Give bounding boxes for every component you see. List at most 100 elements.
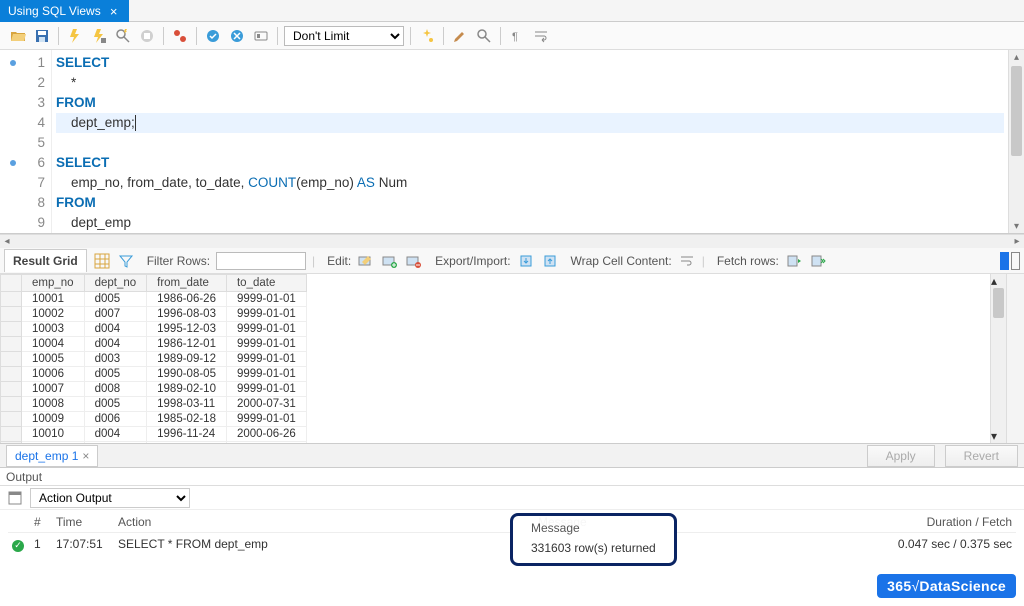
execute-icon[interactable]: [65, 26, 85, 46]
filter-input[interactable]: [216, 252, 306, 270]
cell[interactable]: 1986-06-26: [147, 292, 227, 307]
edit-row-icon[interactable]: [357, 252, 375, 270]
table-row[interactable]: 10007d0081989-02-109999-01-01: [1, 382, 307, 397]
cell[interactable]: 10002: [22, 307, 85, 322]
result-grid[interactable]: emp_nodept_nofrom_dateto_date10001d00519…: [0, 274, 990, 443]
beautify-icon[interactable]: [417, 26, 437, 46]
stop-icon[interactable]: [137, 26, 157, 46]
filter-icon[interactable]: [117, 252, 135, 270]
show-invisible-icon[interactable]: ¶: [507, 26, 527, 46]
revert-button[interactable]: Revert: [945, 445, 1018, 467]
table-row[interactable]: 10009d0061985-02-189999-01-01: [1, 412, 307, 427]
cell[interactable]: 9999-01-01: [226, 292, 306, 307]
cell[interactable]: 10005: [22, 352, 85, 367]
horizontal-scrollbar[interactable]: ◂ ▸: [0, 234, 1024, 248]
cell[interactable]: 1996-08-03: [147, 307, 227, 322]
scroll-thumb[interactable]: [993, 288, 1004, 318]
cell[interactable]: 1996-11-24: [147, 427, 227, 442]
scroll-up-icon[interactable]: ▴: [991, 274, 1006, 288]
cell[interactable]: d005: [84, 397, 147, 412]
cell[interactable]: 10004: [22, 337, 85, 352]
cell[interactable]: d004: [84, 337, 147, 352]
cell[interactable]: d008: [84, 382, 147, 397]
grid-scrollbar[interactable]: ▴ ▾: [990, 274, 1006, 443]
cell[interactable]: 1990-08-05: [147, 367, 227, 382]
table-row[interactable]: 10003d0041995-12-039999-01-01: [1, 322, 307, 337]
cell[interactable]: 10003: [22, 322, 85, 337]
cell[interactable]: 9999-01-01: [226, 322, 306, 337]
cell[interactable]: 9999-01-01: [226, 412, 306, 427]
file-tab[interactable]: Using SQL Views ×: [0, 0, 129, 22]
wrap-cell-icon[interactable]: [678, 252, 696, 270]
open-icon[interactable]: [8, 26, 28, 46]
col-header[interactable]: emp_no: [22, 275, 85, 292]
fetch-next-icon[interactable]: [785, 252, 803, 270]
panel-toggle-2[interactable]: [1011, 252, 1020, 270]
cell[interactable]: 10009: [22, 412, 85, 427]
rollback-icon[interactable]: [227, 26, 247, 46]
close-icon[interactable]: ×: [82, 449, 89, 463]
table-row[interactable]: 10004d0041986-12-019999-01-01: [1, 337, 307, 352]
cell[interactable]: d005: [84, 292, 147, 307]
cell[interactable]: 9999-01-01: [226, 307, 306, 322]
col-header[interactable]: from_date: [147, 275, 227, 292]
cell[interactable]: 2000-06-26: [226, 427, 306, 442]
cell[interactable]: d004: [84, 322, 147, 337]
autocommit-icon[interactable]: [251, 26, 271, 46]
table-row[interactable]: 10010d0041996-11-242000-06-26: [1, 427, 307, 442]
scroll-up-icon[interactable]: ▴: [1009, 50, 1024, 64]
cell[interactable]: 10001: [22, 292, 85, 307]
cell[interactable]: 10008: [22, 397, 85, 412]
commit-icon[interactable]: [203, 26, 223, 46]
limit-select[interactable]: Don't Limit: [284, 26, 404, 46]
table-row[interactable]: 10001d0051986-06-269999-01-01: [1, 292, 307, 307]
cell[interactable]: 9999-01-01: [226, 367, 306, 382]
export-icon[interactable]: [517, 252, 535, 270]
table-row[interactable]: 10002d0071996-08-039999-01-01: [1, 307, 307, 322]
cell[interactable]: 2000-07-31: [226, 397, 306, 412]
col-header[interactable]: dept_no: [84, 275, 147, 292]
scroll-down-icon[interactable]: ▾: [1009, 219, 1024, 233]
output-select[interactable]: Action Output: [30, 488, 190, 508]
table-row[interactable]: 10010d0062000-06-269999-01-01: [1, 442, 307, 444]
cell[interactable]: d006: [84, 442, 147, 444]
cell[interactable]: d006: [84, 412, 147, 427]
explain-icon[interactable]: [113, 26, 133, 46]
cell[interactable]: 9999-01-01: [226, 382, 306, 397]
close-icon[interactable]: ×: [107, 4, 121, 18]
code-area[interactable]: SELECT *FROM dept_emp;SELECT emp_no, fro…: [52, 50, 1008, 233]
brush-icon[interactable]: [450, 26, 470, 46]
result-grid-tab[interactable]: Result Grid: [4, 249, 87, 272]
output-mode-icon[interactable]: [6, 489, 24, 507]
table-row[interactable]: 10005d0031989-09-129999-01-01: [1, 352, 307, 367]
grid-view-icon[interactable]: [93, 252, 111, 270]
scroll-down-icon[interactable]: ▾: [991, 429, 1006, 443]
cell[interactable]: 1985-02-18: [147, 412, 227, 427]
sql-editor[interactable]: 123456789 SELECT *FROM dept_emp;SELECT e…: [0, 50, 1024, 234]
col-header[interactable]: to_date: [226, 275, 306, 292]
vertical-scrollbar[interactable]: ▴ ▾: [1008, 50, 1024, 233]
scroll-left-icon[interactable]: ◂: [0, 236, 14, 247]
cell[interactable]: 10010: [22, 442, 85, 444]
table-row[interactable]: 10006d0051990-08-059999-01-01: [1, 367, 307, 382]
delete-row-icon[interactable]: [405, 252, 423, 270]
wrap-icon[interactable]: [531, 26, 551, 46]
save-icon[interactable]: [32, 26, 52, 46]
cell[interactable]: 9999-01-01: [226, 442, 306, 444]
cell[interactable]: 9999-01-01: [226, 352, 306, 367]
cell[interactable]: d003: [84, 352, 147, 367]
cell[interactable]: 9999-01-01: [226, 337, 306, 352]
toggle-icon[interactable]: [170, 26, 190, 46]
cell[interactable]: 10010: [22, 427, 85, 442]
execute-current-icon[interactable]: [89, 26, 109, 46]
cell[interactable]: d004: [84, 427, 147, 442]
cell[interactable]: 1989-09-12: [147, 352, 227, 367]
import-icon[interactable]: [541, 252, 559, 270]
scroll-thumb[interactable]: [1011, 66, 1022, 156]
cell[interactable]: 1998-03-11: [147, 397, 227, 412]
cell[interactable]: 1995-12-03: [147, 322, 227, 337]
table-row[interactable]: 10008d0051998-03-112000-07-31: [1, 397, 307, 412]
cell[interactable]: 10006: [22, 367, 85, 382]
panel-toggle-1[interactable]: [1000, 252, 1009, 270]
scroll-right-icon[interactable]: ▸: [1010, 236, 1024, 247]
